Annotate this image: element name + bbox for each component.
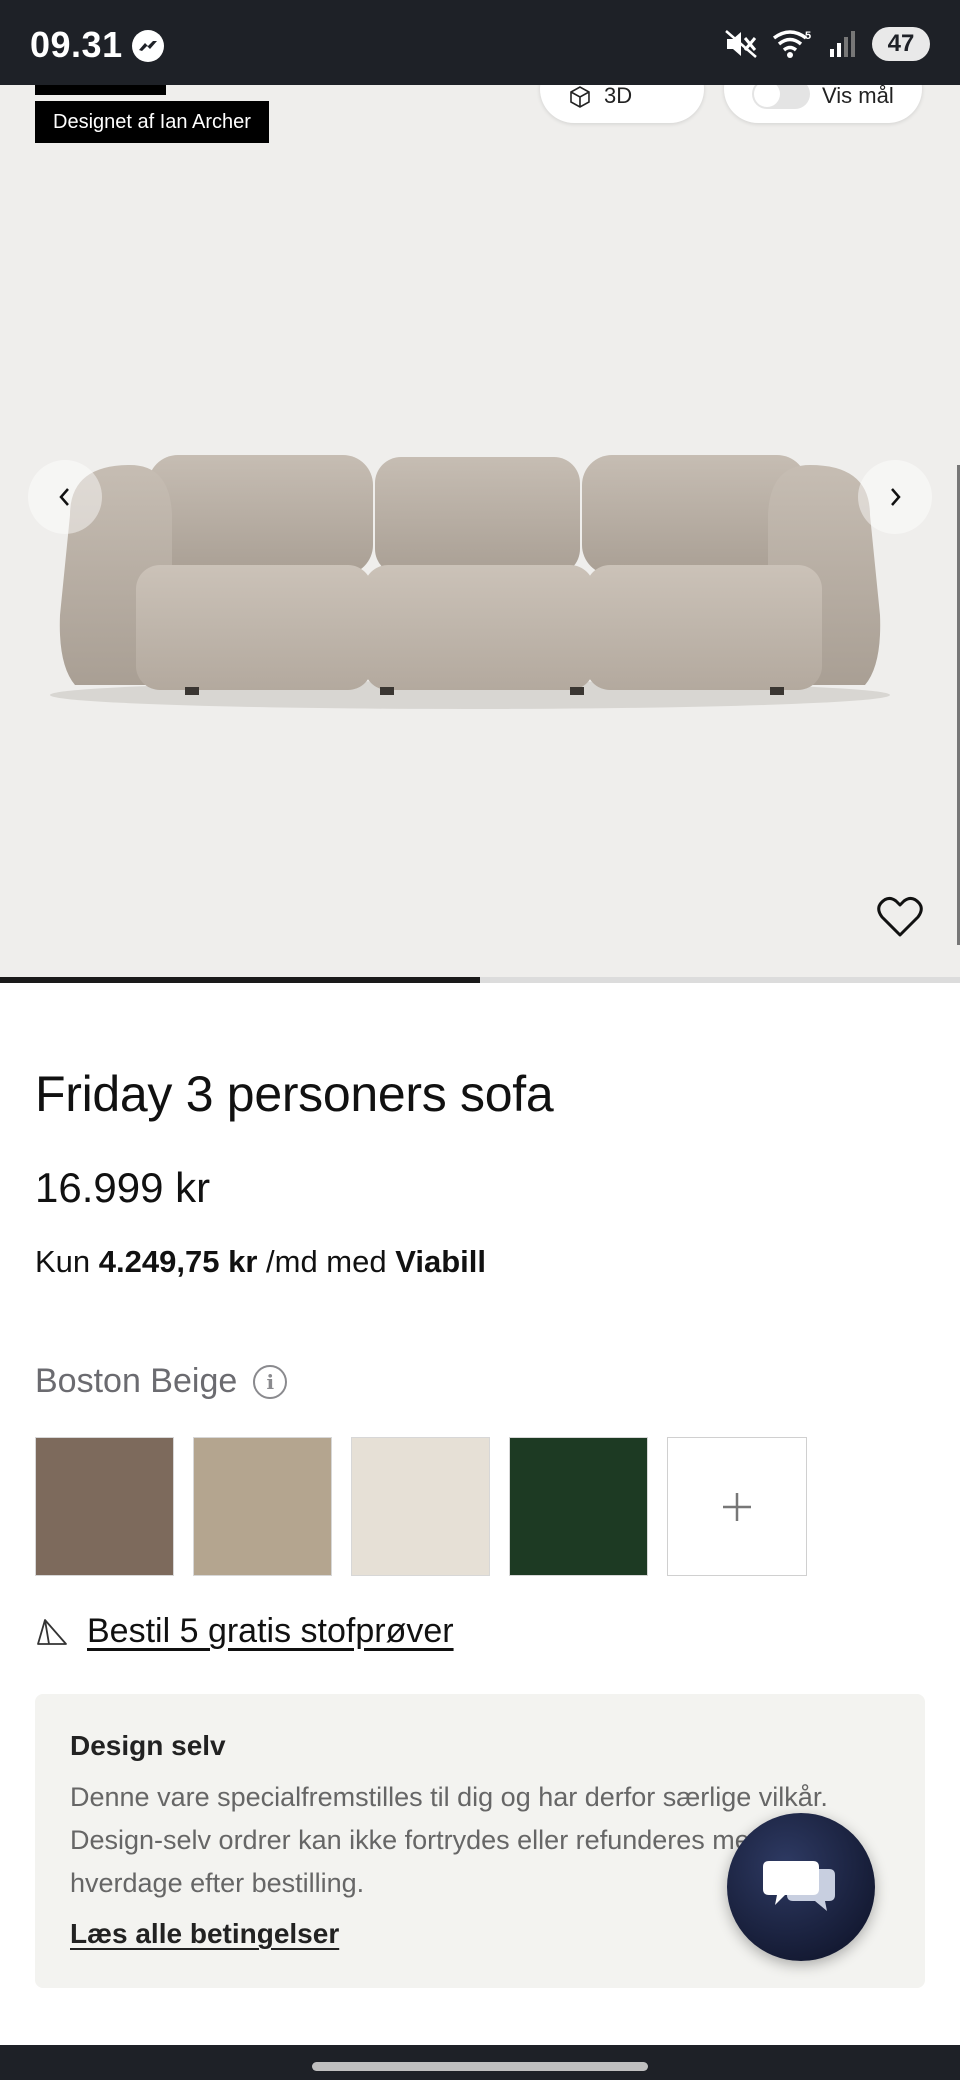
home-indicator[interactable] <box>312 2062 648 2071</box>
installment-amount: 4.249,75 kr <box>98 1244 258 1279</box>
carousel-next-button[interactable] <box>858 460 932 534</box>
carousel-progress <box>0 977 960 983</box>
hero-tag-top <box>35 85 166 95</box>
status-time: 09.31 <box>30 24 123 65</box>
swatch-off-white[interactable] <box>351 1437 490 1576</box>
sofa-image <box>50 455 890 709</box>
signal-icon <box>830 31 855 57</box>
installment-middle: /md med <box>266 1244 387 1279</box>
swatch-brown[interactable] <box>35 1437 174 1576</box>
installment-info: Kun 4.249,75 kr /md med Viabill <box>35 1244 486 1280</box>
status-icons: 5 47 <box>724 26 930 62</box>
more-colors-button[interactable] <box>667 1437 807 1576</box>
chevron-left-icon <box>59 488 69 506</box>
plus-icon <box>723 1492 751 1521</box>
chat-button[interactable] <box>727 1813 875 1961</box>
carousel-progress-fill <box>0 977 480 983</box>
swatch-beige[interactable] <box>193 1437 332 1576</box>
read-terms-link[interactable]: Læs alle betingelser <box>70 1918 339 1950</box>
design-box-title: Design selv <box>70 1730 226 1761</box>
product-price: 16.999 kr <box>35 1164 211 1211</box>
info-icon[interactable]: i <box>253 1364 288 1399</box>
heart-icon[interactable] <box>876 895 924 939</box>
status-bar: 09.31 5 47 <box>0 0 960 85</box>
battery-indicator: 47 <box>872 27 930 61</box>
view-3d-label: Se i 3D <box>603 85 633 108</box>
view-3d-button[interactable]: Se i 3D <box>540 85 704 123</box>
chat-icon <box>763 1861 835 1911</box>
color-swatches <box>35 1437 807 1576</box>
show-dimensions-label: Vis mål <box>822 85 894 108</box>
order-samples-link[interactable]: Bestil 5 gratis stofprøver <box>87 1612 454 1651</box>
fabric-sample-icon <box>37 1618 67 1645</box>
chevron-right-icon <box>891 488 901 506</box>
show-dimensions-toggle[interactable]: Vis mål <box>724 85 922 123</box>
carousel-prev-button[interactable] <box>28 460 102 534</box>
swatch-dark-green[interactable] <box>509 1437 648 1576</box>
installment-provider: Viabill <box>395 1244 486 1279</box>
product-image-carousel[interactable]: Designet af Ian Archer Se i 3D Vis mål <box>0 85 960 978</box>
selected-color: Boston Beige i <box>35 1362 288 1401</box>
network-label: 5 <box>805 30 811 42</box>
cube-icon <box>570 86 590 108</box>
designer-tag: Designet af Ian Archer <box>35 101 269 143</box>
installment-prefix: Kun <box>35 1244 91 1279</box>
wifi-icon: 5 <box>772 30 811 58</box>
selected-color-label: Boston Beige <box>35 1362 238 1400</box>
mute-icon <box>725 30 757 58</box>
toggle-switch[interactable] <box>752 85 810 109</box>
product-title: Friday 3 personers sofa <box>35 1066 554 1122</box>
system-nav-bar <box>0 2045 960 2080</box>
messenger-icon <box>132 30 164 62</box>
fabric-samples-row: Bestil 5 gratis stofprøver <box>35 1612 454 1651</box>
